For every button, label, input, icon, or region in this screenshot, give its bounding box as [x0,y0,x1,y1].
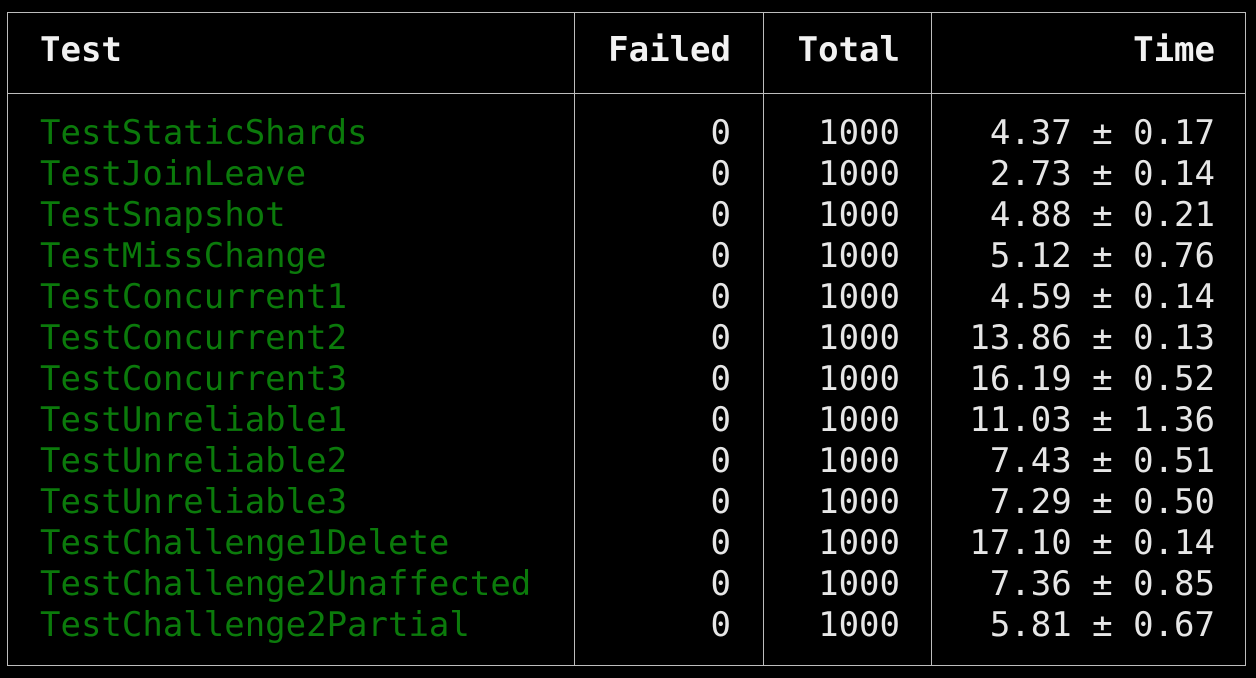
time-value: 11.03 ± 1.36 [969,400,1215,440]
failed-count: 0 [710,605,731,645]
failed-count: 0 [710,564,731,604]
table-row: TestConcurrent1 0 1000 4.59 ± 0.14 [0,277,1256,318]
failed-count: 0 [710,154,731,194]
total-count: 1000 [818,113,900,153]
time-value: 17.10 ± 0.14 [969,523,1215,563]
test-name: TestChallenge2Partial [40,605,470,645]
table-row: TestUnreliable2 0 1000 7.43 ± 0.51 [0,441,1256,482]
header-total: Total [797,30,900,70]
total-count: 1000 [818,195,900,235]
total-count: 1000 [818,482,900,522]
table-row: TestUnreliable1 0 1000 11.03 ± 1.36 [0,400,1256,441]
failed-count: 0 [710,482,731,522]
test-name: TestStaticShards [40,113,368,153]
table-row: TestSnapshot 0 1000 4.88 ± 0.21 [0,195,1256,236]
time-value: 7.29 ± 0.50 [989,482,1215,522]
table-row: TestUnreliable3 0 1000 7.29 ± 0.50 [0,482,1256,523]
table-row: TestConcurrent3 0 1000 16.19 ± 0.52 [0,359,1256,400]
failed-count: 0 [710,318,731,358]
test-name: TestChallenge2Unaffected [40,564,532,604]
total-count: 1000 [818,318,900,358]
failed-count: 0 [710,236,731,276]
total-count: 1000 [818,359,900,399]
time-value: 5.81 ± 0.67 [989,605,1215,645]
failed-count: 0 [710,277,731,317]
failed-count: 0 [710,523,731,563]
table-row: TestConcurrent2 0 1000 13.86 ± 0.13 [0,318,1256,359]
time-value: 7.43 ± 0.51 [989,441,1215,481]
table-body: TestStaticShards 0 1000 4.37 ± 0.17 Test… [0,113,1256,646]
total-count: 1000 [818,400,900,440]
time-value: 5.12 ± 0.76 [989,236,1215,276]
test-name: TestChallenge1Delete [40,523,450,563]
test-name: TestConcurrent1 [40,277,348,317]
header-test: Test [40,30,122,70]
total-count: 1000 [818,277,900,317]
failed-count: 0 [710,359,731,399]
time-value: 2.73 ± 0.14 [989,154,1215,194]
time-value: 13.86 ± 0.13 [969,318,1215,358]
test-name: TestUnreliable2 [40,441,348,481]
table-row: TestMissChange 0 1000 5.12 ± 0.76 [0,236,1256,277]
test-name: TestConcurrent2 [40,318,348,358]
total-count: 1000 [818,154,900,194]
header-divider [7,93,1246,94]
table-row: TestChallenge2Partial 0 1000 5.81 ± 0.67 [0,605,1256,646]
table-header: Test Failed Total Time [0,30,1256,72]
test-name: TestSnapshot [40,195,286,235]
table-row: TestJoinLeave 0 1000 2.73 ± 0.14 [0,154,1256,195]
total-count: 1000 [818,523,900,563]
table-row: TestChallenge1Delete 0 1000 17.10 ± 0.14 [0,523,1256,564]
time-value: 4.59 ± 0.14 [989,277,1215,317]
header-failed: Failed [608,30,731,70]
total-count: 1000 [818,564,900,604]
terminal-window: Test Failed Total Time TestStaticShards … [0,0,1256,678]
test-name: TestUnreliable3 [40,482,348,522]
test-name: TestConcurrent3 [40,359,348,399]
time-value: 7.36 ± 0.85 [989,564,1215,604]
test-name: TestUnreliable1 [40,400,348,440]
time-value: 4.37 ± 0.17 [989,113,1215,153]
total-count: 1000 [818,236,900,276]
table-row: TestChallenge2Unaffected 0 1000 7.36 ± 0… [0,564,1256,605]
table-row: TestStaticShards 0 1000 4.37 ± 0.17 [0,113,1256,154]
total-count: 1000 [818,441,900,481]
total-count: 1000 [818,605,900,645]
failed-count: 0 [710,113,731,153]
time-value: 4.88 ± 0.21 [989,195,1215,235]
test-name: TestMissChange [40,236,327,276]
failed-count: 0 [710,441,731,481]
failed-count: 0 [710,195,731,235]
header-time: Time [1133,30,1215,70]
test-name: TestJoinLeave [40,154,307,194]
time-value: 16.19 ± 0.52 [969,359,1215,399]
failed-count: 0 [710,400,731,440]
